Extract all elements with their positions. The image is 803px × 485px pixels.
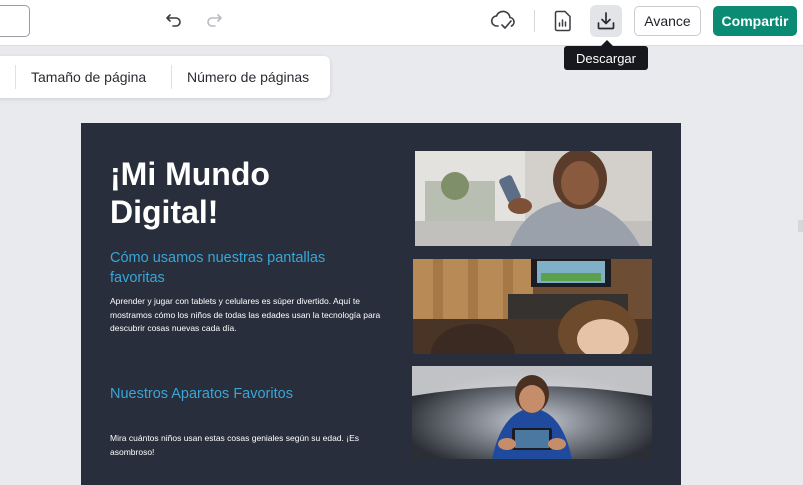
photo-kids-watching-tv-image	[413, 259, 652, 354]
page-title[interactable]: ¡Mi Mundo Digital!	[110, 155, 350, 231]
photo-boy-with-tablet-image	[412, 366, 652, 459]
page-options-toolbar: Tamaño de página Número de páginas	[0, 56, 330, 98]
download-icon	[597, 12, 615, 30]
document-name-input[interactable]	[0, 5, 30, 37]
subbar-divider	[15, 65, 16, 89]
report-icon	[554, 10, 571, 32]
page-numbers-button[interactable]: Número de páginas	[187, 56, 309, 98]
scroll-indicator[interactable]	[798, 220, 803, 232]
section-text-screens[interactable]: Aprender y jugar con tablets y celulares…	[110, 295, 385, 336]
redo-button[interactable]	[202, 8, 226, 32]
subbar-divider	[171, 65, 172, 89]
top-toolbar: Avance Compartir	[0, 0, 803, 46]
report-button[interactable]	[551, 7, 575, 35]
photo-girl-with-phone-image	[415, 151, 652, 246]
section-heading-devices[interactable]: Nuestros Aparatos Favoritos	[110, 384, 360, 404]
cloud-saved-icon	[491, 10, 515, 29]
design-page[interactable]: ¡Mi Mundo Digital! Cómo usamos nuestras …	[81, 123, 681, 485]
download-button[interactable]	[590, 5, 622, 37]
redo-icon	[207, 14, 222, 27]
share-button[interactable]: Compartir	[713, 6, 797, 36]
undo-button[interactable]	[162, 8, 186, 32]
section-text-devices[interactable]: Mira cuántos niños usan estas cosas geni…	[110, 432, 385, 459]
download-tooltip: Descargar	[564, 40, 648, 70]
photo-girl-with-phone[interactable]	[415, 151, 652, 246]
cloud-save-status[interactable]	[490, 7, 518, 33]
toolbar-divider	[534, 10, 535, 32]
avance-button[interactable]: Avance	[634, 6, 701, 36]
photo-boy-with-tablet[interactable]	[412, 366, 652, 459]
page-size-button[interactable]: Tamaño de página	[31, 56, 146, 98]
photo-kids-watching-tv[interactable]	[413, 259, 652, 354]
section-heading-screens[interactable]: Cómo usamos nuestras pantallas favoritas	[110, 248, 360, 288]
undo-icon	[166, 14, 181, 27]
